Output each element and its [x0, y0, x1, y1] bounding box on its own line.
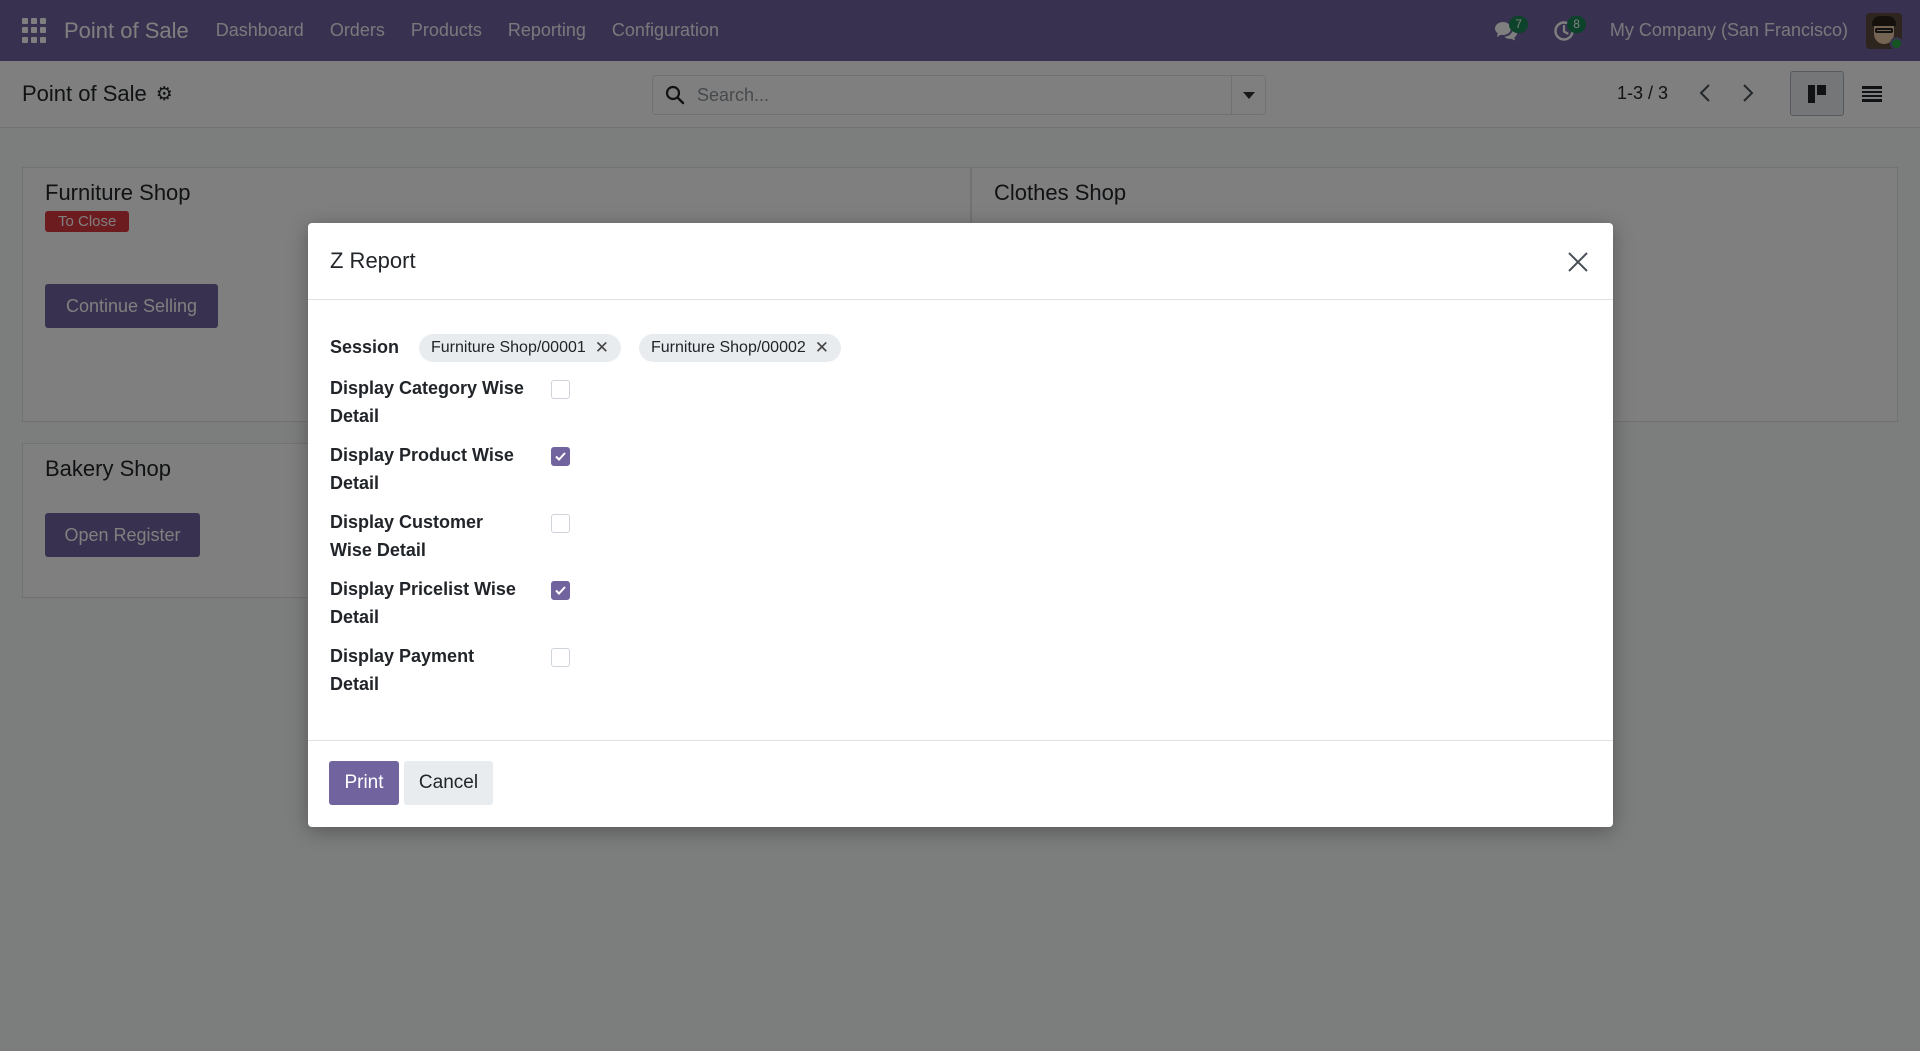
checkmark-icon — [555, 586, 566, 595]
remove-tag-icon[interactable]: ✕ — [815, 338, 829, 358]
customer-wise-label: Display Customer Wise Detail — [330, 512, 484, 560]
customer-wise-checkbox[interactable] — [551, 514, 570, 533]
dialog-title: Z Report — [330, 248, 416, 273]
session-tag: Furniture Shop/00002 ✕ — [639, 334, 842, 362]
payment-detail-checkbox[interactable] — [551, 648, 570, 667]
session-tag-label: Furniture Shop/00002 — [651, 339, 806, 356]
category-wise-checkbox[interactable] — [551, 380, 570, 399]
close-icon — [1568, 252, 1588, 272]
remove-tag-icon[interactable]: ✕ — [595, 338, 609, 358]
dialog-footer: Print Cancel — [308, 740, 1613, 827]
pricelist-wise-checkbox[interactable] — [551, 581, 570, 600]
print-button[interactable]: Print — [329, 761, 399, 805]
z-report-dialog: Z Report Session Furniture Shop/00001 ✕ … — [308, 223, 1613, 827]
payment-detail-label: Display Payment Detail — [330, 646, 475, 694]
product-wise-label: Display Product Wise Detail — [330, 445, 514, 493]
checkmark-icon — [555, 452, 566, 461]
session-label: Session — [330, 337, 400, 357]
cancel-button[interactable]: Cancel — [404, 761, 493, 805]
dialog-header: Z Report — [308, 223, 1613, 300]
pricelist-wise-label: Display Pricelist Wise Detail — [330, 579, 516, 627]
product-wise-checkbox[interactable] — [551, 447, 570, 466]
close-button[interactable] — [1563, 247, 1593, 277]
session-tag-label: Furniture Shop/00001 — [431, 339, 586, 356]
category-wise-label: Display Category Wise Detail — [330, 378, 524, 426]
session-tag: Furniture Shop/00001 ✕ — [419, 334, 622, 362]
